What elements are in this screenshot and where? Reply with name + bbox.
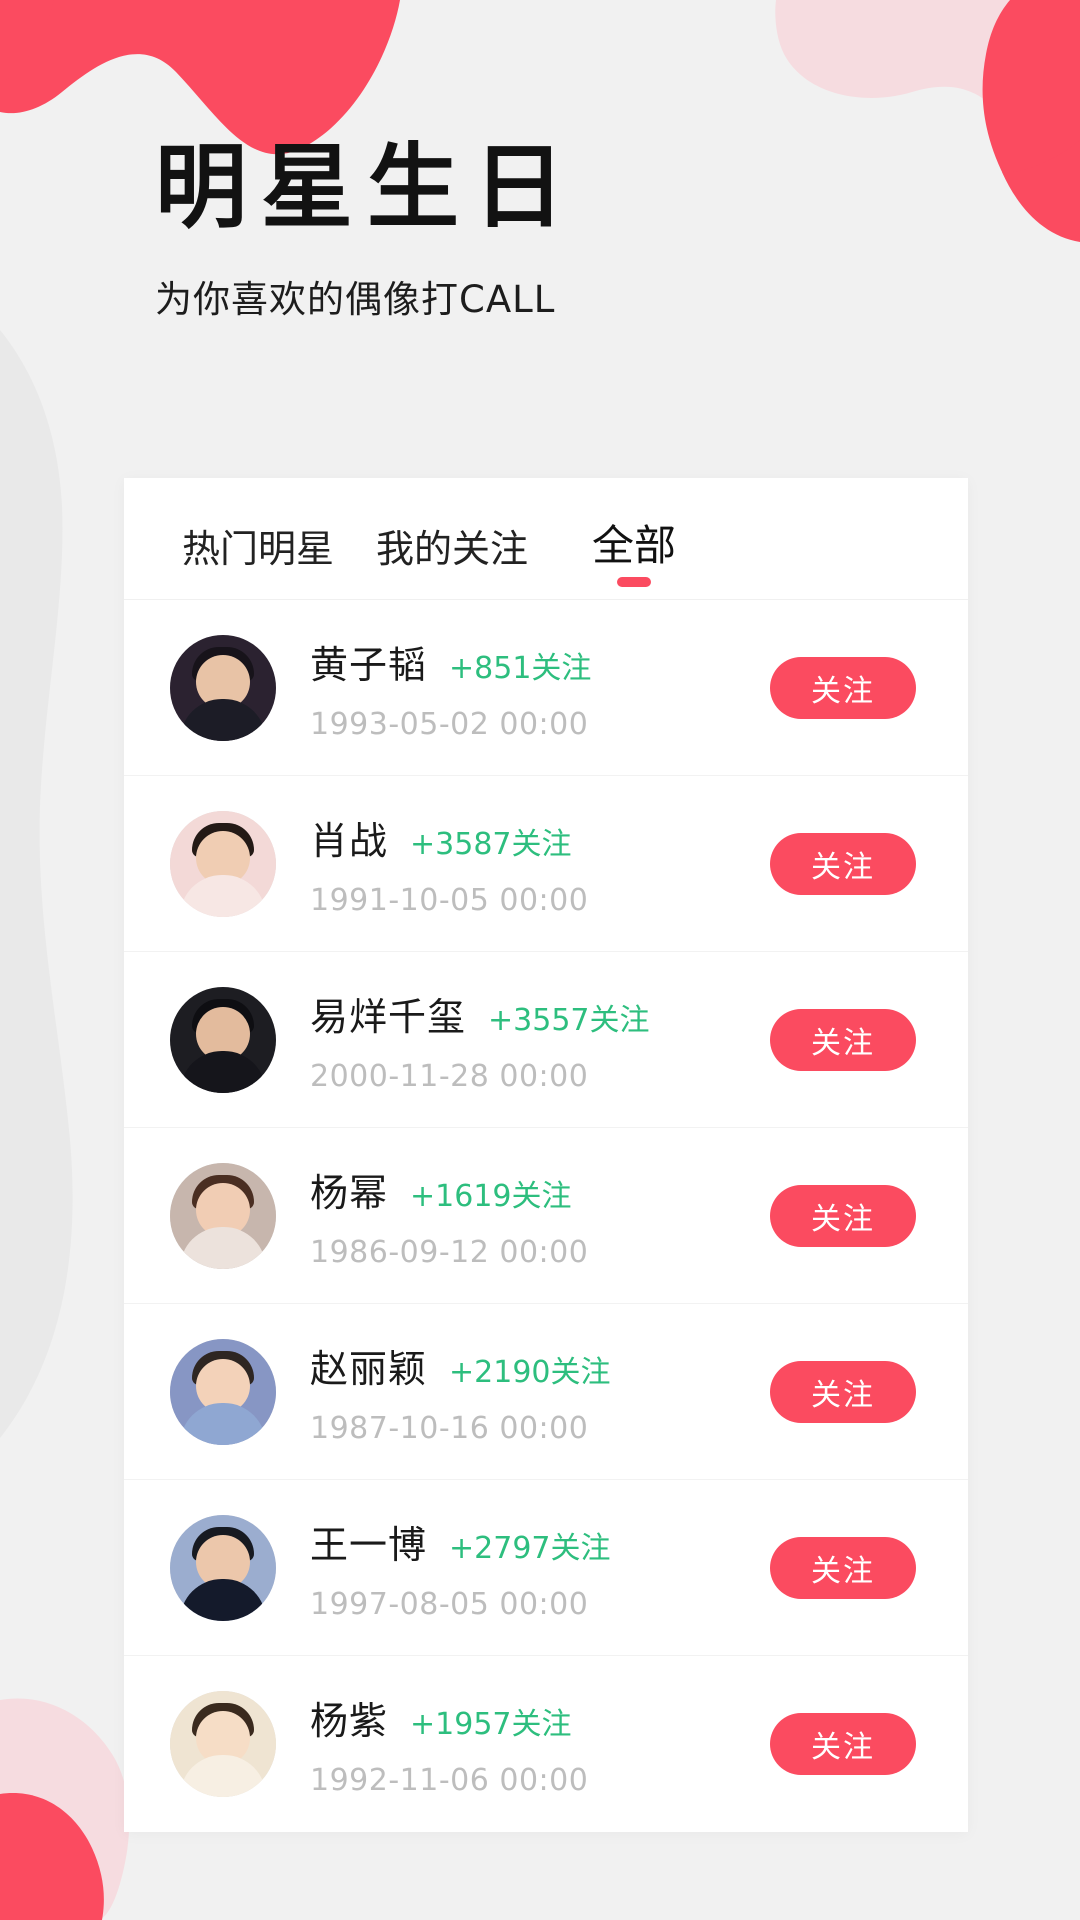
name-line: 易烊千玺 +3557关注	[310, 986, 770, 1041]
birthday-date: 1991-10-05 00:00	[310, 882, 589, 918]
name-line: 赵丽颖 +2190关注	[310, 1338, 770, 1393]
page-subtitle: 为你喜欢的偶像打CALL	[155, 277, 556, 321]
name-line: 黄子韬 +851关注	[310, 634, 770, 689]
follow-button[interactable]: 关注	[770, 1360, 916, 1423]
celebrity-name: 赵丽颖	[310, 1346, 428, 1391]
tab-hot-stars[interactable]: 热门明星	[182, 518, 334, 599]
avatar	[170, 1162, 276, 1269]
follow-button[interactable]: 关注	[770, 832, 916, 895]
follow-count: +2797关注	[449, 1530, 611, 1566]
celebrity-info: 赵丽颖 +2190关注 1987-10-16 00:00	[276, 1338, 770, 1446]
follow-count: +851关注	[449, 650, 592, 686]
tab-all[interactable]: 全部	[592, 512, 676, 599]
celebrity-name: 杨紫	[310, 1699, 389, 1743]
avatar	[170, 986, 276, 1093]
follow-button[interactable]: 关注	[770, 1713, 916, 1775]
follow-button[interactable]: 关注	[770, 1184, 916, 1247]
blob-left-gray	[0, 330, 73, 1438]
screen-root: 明星生日 为你喜欢的偶像打CALL 热门明星 我的关注 全部 黄子韬 +851关…	[0, 0, 1080, 1920]
tab-label: 全部	[592, 521, 677, 570]
celebrity-name: 黄子韬	[310, 642, 428, 687]
celebrity-info: 肖战 +3587关注 1991-10-05 00:00	[276, 810, 770, 918]
name-line: 肖战 +3587关注	[310, 810, 770, 865]
name-line: 王一博 +2797关注	[310, 1514, 770, 1569]
table-row[interactable]: 王一博 +2797关注 1997-08-05 00:00 关注	[124, 1480, 968, 1656]
blob-bottom-pink	[0, 1698, 130, 1920]
table-row[interactable]: 赵丽颖 +2190关注 1987-10-16 00:00 关注	[124, 1304, 968, 1480]
tab-my-follows[interactable]: 我的关注	[376, 518, 528, 599]
avatar	[170, 1691, 276, 1797]
celebrity-list: 黄子韬 +851关注 1993-05-02 00:00 关注 肖战 +3587关…	[124, 600, 968, 1832]
avatar	[170, 1338, 276, 1445]
celebrity-info: 易烊千玺 +3557关注 2000-11-28 00:00	[276, 986, 770, 1094]
follow-button[interactable]: 关注	[770, 656, 916, 719]
table-row[interactable]: 易烊千玺 +3557关注 2000-11-28 00:00 关注	[124, 952, 968, 1128]
follow-count: +1957关注	[410, 1707, 572, 1742]
follow-button[interactable]: 关注	[770, 1008, 916, 1071]
follow-button[interactable]: 关注	[770, 1536, 916, 1599]
table-row[interactable]: 黄子韬 +851关注 1993-05-02 00:00 关注	[124, 600, 968, 776]
name-line: 杨紫 +1957关注	[310, 1690, 770, 1745]
follow-count: +1619关注	[410, 1178, 572, 1214]
celebrity-info: 杨幂 +1619关注 1986-09-12 00:00	[276, 1162, 770, 1270]
follow-count: +3557关注	[488, 1002, 650, 1038]
table-row[interactable]: 肖战 +3587关注 1991-10-05 00:00 关注	[124, 776, 968, 952]
birthday-date: 1992-11-06 00:00	[310, 1763, 589, 1798]
celebrity-info: 黄子韬 +851关注 1993-05-02 00:00	[276, 634, 770, 742]
celebrity-name: 肖战	[310, 818, 389, 863]
table-row[interactable]: 杨紫 +1957关注 1992-11-06 00:00 关注	[124, 1656, 968, 1832]
birthday-date: 2000-11-28 00:00	[310, 1058, 589, 1094]
table-row[interactable]: 杨幂 +1619关注 1986-09-12 00:00 关注	[124, 1128, 968, 1304]
celebrity-name: 易烊千玺	[310, 994, 467, 1039]
avatar	[170, 1514, 276, 1621]
birthday-date: 1993-05-02 00:00	[310, 706, 589, 742]
name-line: 杨幂 +1619关注	[310, 1162, 770, 1217]
follow-count: +2190关注	[449, 1354, 611, 1390]
blob-bottom-red	[0, 1793, 104, 1920]
avatar	[170, 810, 276, 917]
birthday-date: 1997-08-05 00:00	[310, 1586, 589, 1622]
tab-label: 我的关注	[376, 527, 529, 571]
page-header: 明星生日 为你喜欢的偶像打CALL	[0, 0, 1080, 323]
avatar	[170, 634, 276, 741]
celebrity-info: 王一博 +2797关注 1997-08-05 00:00	[276, 1514, 770, 1622]
celebrity-info: 杨紫 +1957关注 1992-11-06 00:00	[276, 1690, 770, 1798]
birthday-date: 1986-09-12 00:00	[310, 1234, 589, 1270]
celebrity-name: 杨幂	[310, 1170, 389, 1215]
celebrity-card: 热门明星 我的关注 全部 黄子韬 +851关注 1993-05-02 00:00…	[124, 478, 968, 1832]
birthday-date: 1987-10-16 00:00	[310, 1410, 589, 1446]
celebrity-name: 王一博	[310, 1522, 428, 1567]
tab-bar: 热门明星 我的关注 全部	[124, 478, 968, 600]
tab-label: 热门明星	[182, 527, 335, 571]
tab-active-indicator	[617, 577, 652, 587]
follow-count: +3587关注	[410, 826, 572, 862]
page-title: 明星生日	[155, 134, 580, 241]
